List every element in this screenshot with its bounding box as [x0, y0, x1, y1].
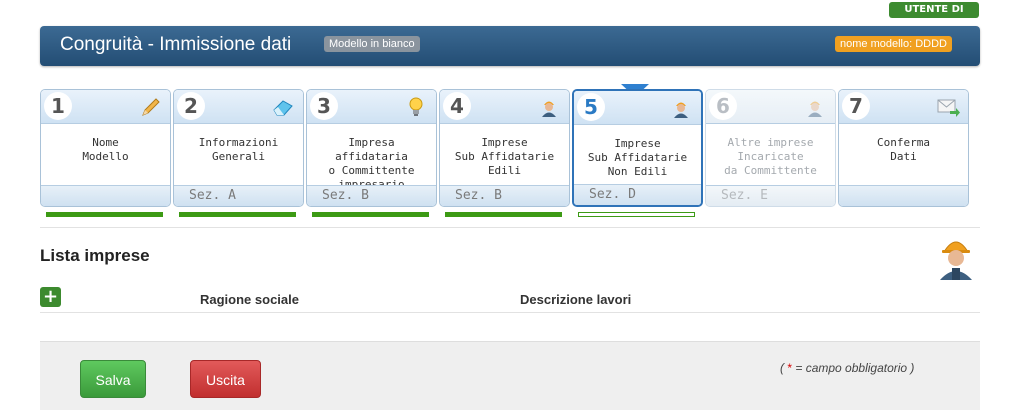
step-label: Altre imprese Incaricate da Committente — [724, 136, 817, 177]
worker-icon — [808, 101, 822, 117]
step-1[interactable]: 1 Nome Modello — [40, 89, 171, 207]
step-header: 6 — [706, 90, 835, 124]
step-label: Impresa affidataria o Committente impres… — [328, 136, 415, 191]
progress-bar — [179, 212, 296, 217]
save-button[interactable]: Salva — [80, 360, 146, 398]
column-header-ragione-sociale: Ragione sociale — [200, 292, 299, 307]
blank-model-tag: Modello in bianco — [324, 36, 420, 52]
step-number: 1 — [44, 92, 72, 120]
step-footer: Sez. B — [440, 185, 569, 206]
step-label: Nome Modello — [82, 136, 129, 163]
step-label: Informazioni Generali — [198, 136, 279, 163]
worker-icon — [542, 101, 556, 117]
divider — [40, 227, 980, 228]
progress-bar — [46, 212, 163, 217]
section-title: Lista imprese — [40, 246, 150, 265]
step-4[interactable]: 4 Imprese Sub Affidatarie Edili Sez. B — [439, 89, 570, 207]
divider — [40, 312, 980, 313]
step-number: 6 — [709, 92, 737, 120]
step-section: Sez. B — [322, 188, 369, 203]
page-title: Congruità - Immissione dati — [60, 34, 292, 55]
step-footer: Sez. A — [174, 185, 303, 206]
add-company-button[interactable]: + — [40, 287, 61, 307]
column-header-descrizione-lavori: Descrizione lavori — [520, 292, 632, 307]
step-footer: Sez. D — [574, 184, 701, 205]
model-name-badge: nome modello: DDDD — [835, 36, 952, 52]
required-field-note: ( * = campo obbligatorio ) — [780, 361, 915, 375]
step-footer — [41, 185, 170, 206]
envelope-icon — [937, 99, 960, 117]
step-section: Sez. D — [589, 187, 636, 202]
eraser-icon — [273, 100, 293, 116]
step-header: 4 — [440, 90, 569, 124]
worker-icon — [940, 241, 972, 280]
user-badge: UTENTE DI TEST — [889, 2, 979, 31]
lightbulb-icon — [409, 97, 423, 116]
exit-button[interactable]: Uscita — [190, 360, 261, 398]
footer-bar: Salva Uscita ( * = campo obbligatorio ) — [40, 341, 980, 410]
step-section: Sez. B — [455, 188, 502, 203]
step-header: 3 — [307, 90, 436, 124]
step-number: 5 — [577, 93, 605, 121]
step-5[interactable]: 5 Imprese Sub Affidatarie Non Edili Sez.… — [572, 89, 703, 207]
step-number: 3 — [310, 92, 338, 120]
step-header: 2 — [174, 90, 303, 124]
step-6: 6 Altre imprese Incaricate da Committent… — [705, 89, 836, 207]
step-header: 7 — [839, 90, 968, 124]
step-label: Imprese Sub Affidatarie Edili — [454, 136, 555, 177]
step-footer — [839, 185, 968, 206]
step-label: Conferma Dati — [877, 136, 930, 163]
step-number: 2 — [177, 92, 205, 120]
step-section: Sez. E — [721, 188, 768, 203]
progress-bar — [312, 212, 429, 217]
step-7[interactable]: 7 Conferma Dati — [838, 89, 969, 207]
step-number: 4 — [443, 92, 471, 120]
progress-bar — [445, 212, 562, 217]
step-header: 1 — [41, 90, 170, 124]
step-3[interactable]: 3 Impresa affidataria o Committente impr… — [306, 89, 437, 207]
step-number: 7 — [842, 92, 870, 120]
header-bar: Congruità - Immissione dati Modello in b… — [40, 26, 980, 66]
step-footer: Sez. B — [307, 185, 436, 206]
progress-bar — [578, 212, 695, 217]
step-section: Sez. A — [189, 188, 236, 203]
pencil-icon — [142, 98, 160, 116]
step-header: 5 — [574, 91, 701, 125]
step-footer: Sez. E — [706, 185, 835, 206]
step-2[interactable]: 2 Informazioni Generali Sez. A — [173, 89, 304, 207]
worker-icon — [674, 102, 688, 118]
step-label: Imprese Sub Affidatarie Non Edili — [587, 137, 688, 178]
